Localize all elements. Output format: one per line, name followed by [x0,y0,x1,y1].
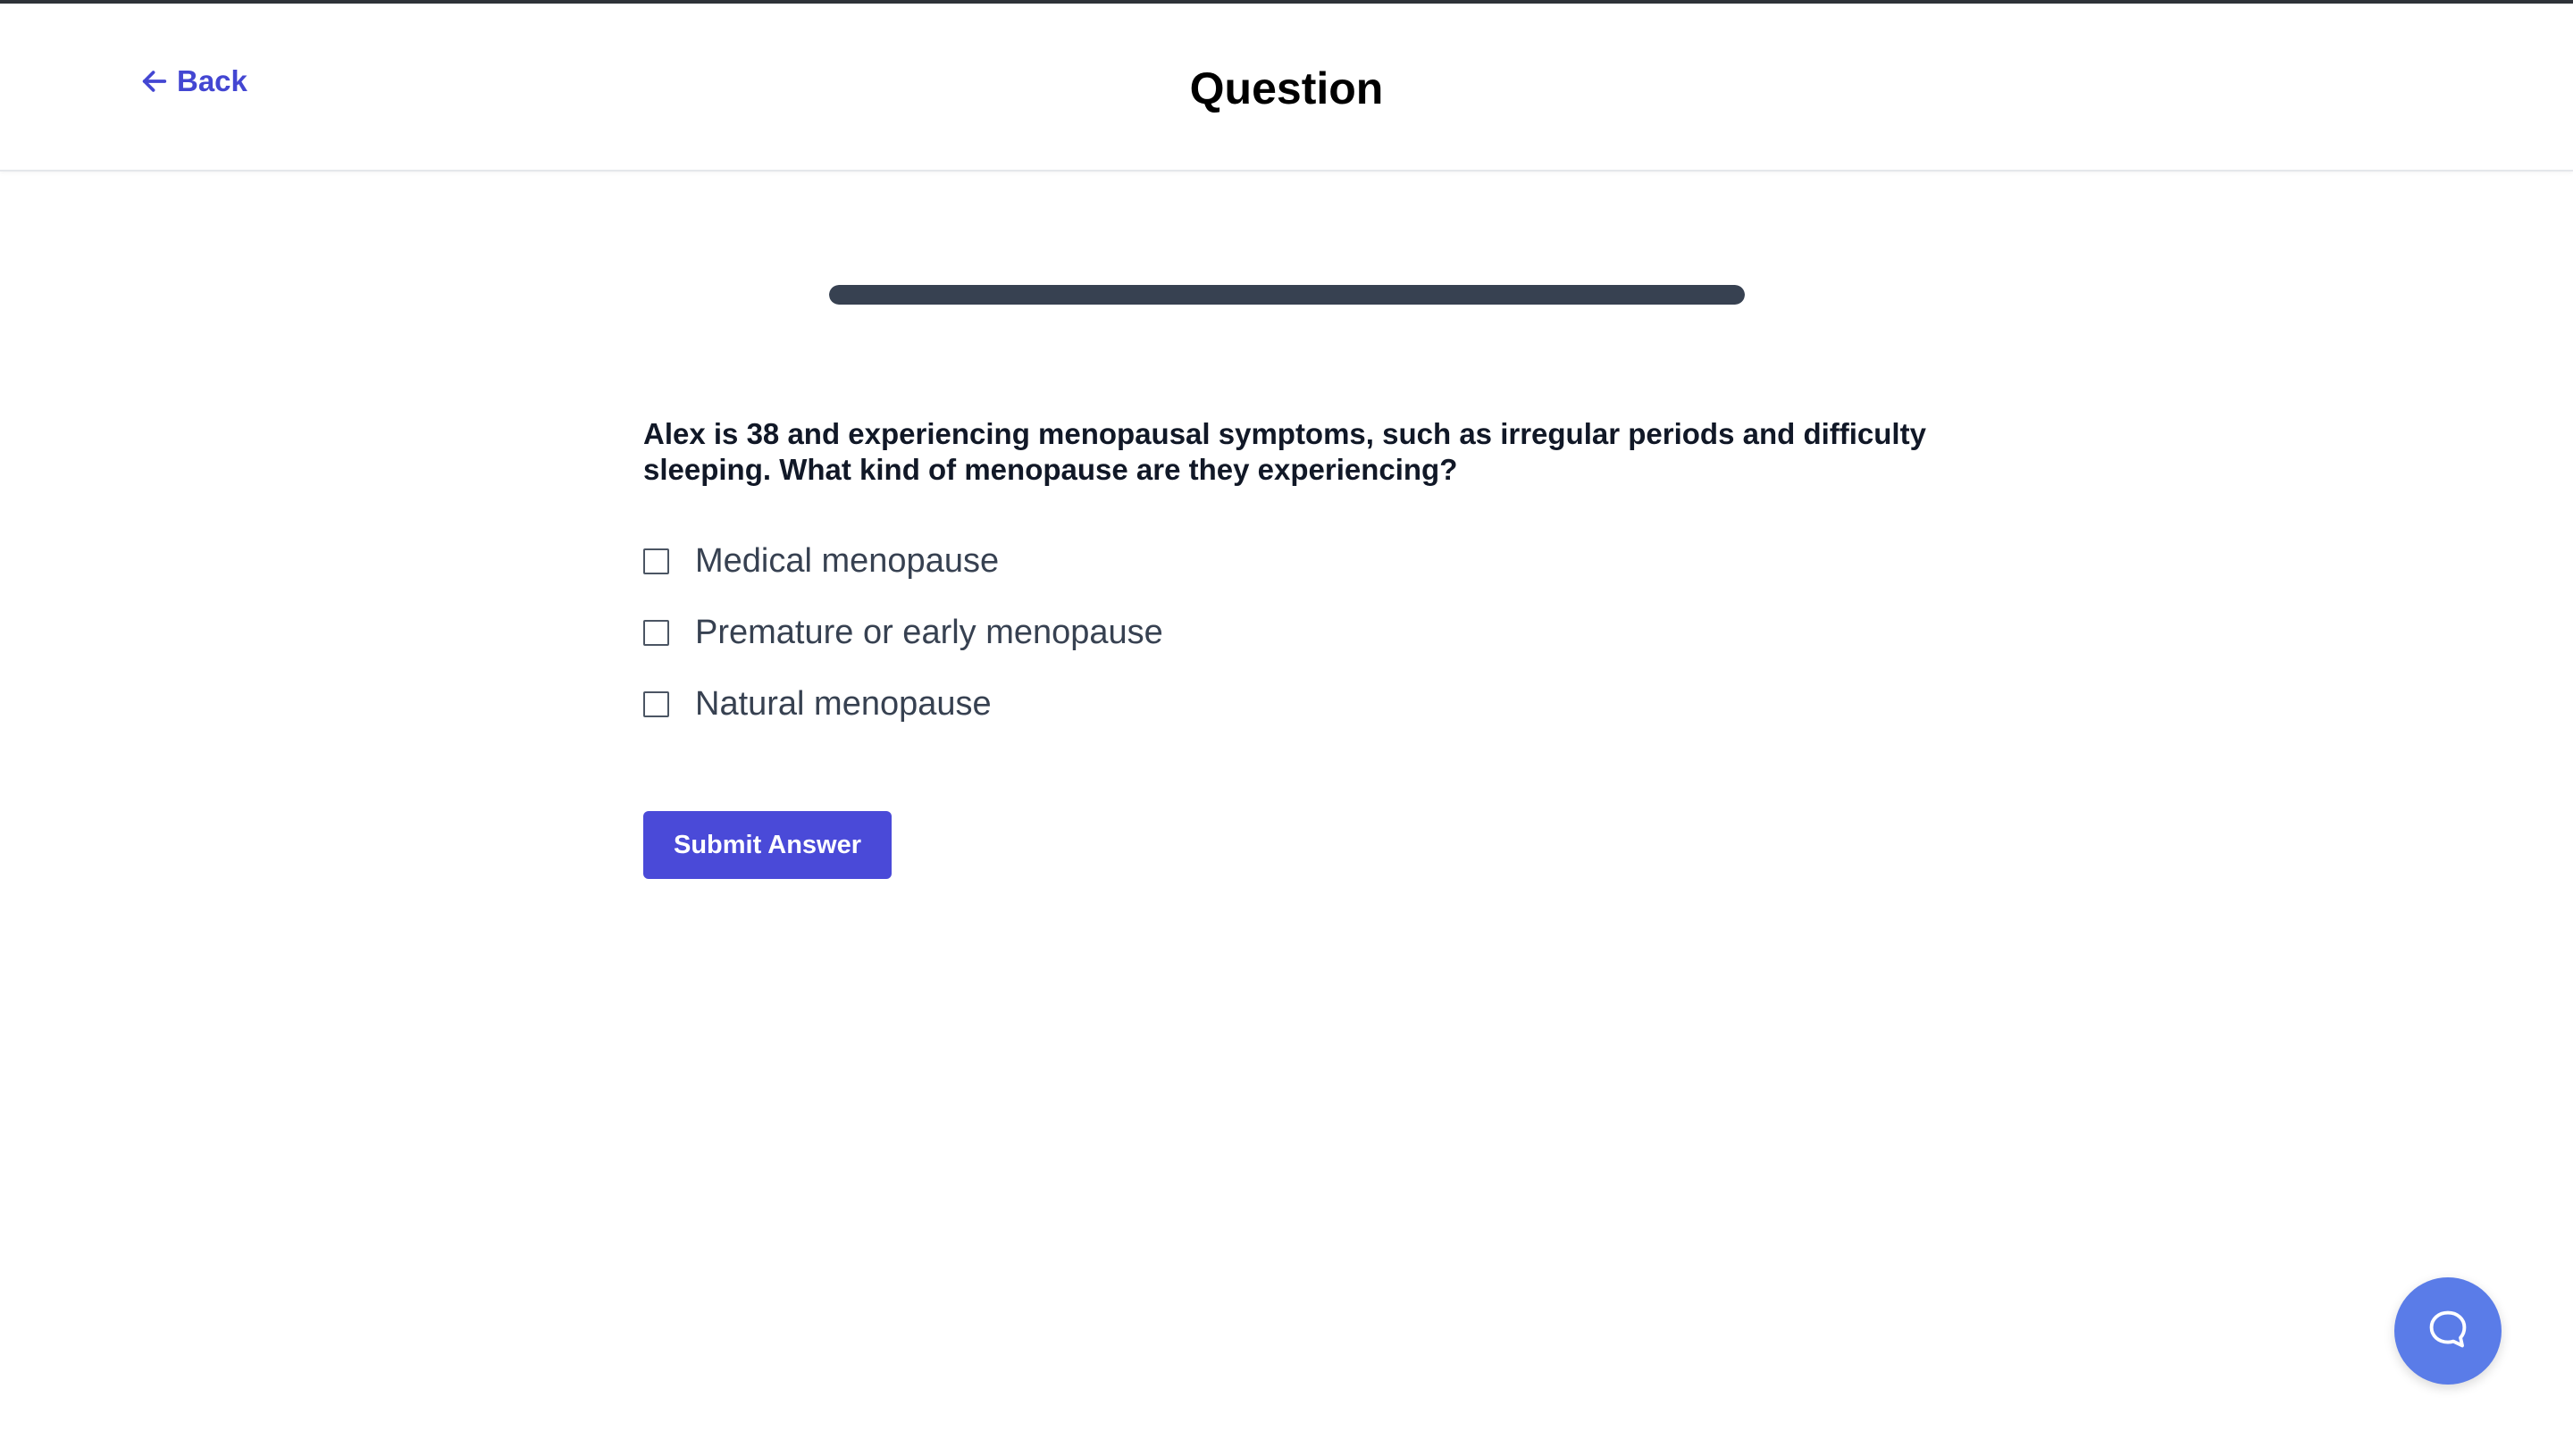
submit-answer-button[interactable]: Submit Answer [643,811,893,879]
checkbox[interactable] [643,548,669,574]
progress-bar [829,285,1745,305]
progress-fill [829,285,1745,305]
answer-option-label: Medical menopause [695,541,1000,580]
answer-option[interactable]: Natural menopause [643,668,1930,740]
page-title: Question [1189,63,1384,113]
answer-option[interactable]: Premature or early menopause [643,597,1930,668]
chat-launcher-button[interactable] [2394,1277,2502,1385]
answer-options: Medical menopause Premature or early men… [643,525,1930,740]
checkbox[interactable] [643,690,669,717]
page-header: Back Question [0,4,2573,172]
answer-option-label: Premature or early menopause [695,613,1163,651]
answer-option-label: Natural menopause [695,684,992,723]
chat-bubble-icon [2425,1306,2471,1357]
checkbox[interactable] [643,619,669,646]
question-text: Alex is 38 and experiencing menopausal s… [643,417,1926,486]
question-card: Alex is 38 and experiencing menopausal s… [643,416,1930,879]
answer-option[interactable]: Medical menopause [643,525,1930,597]
